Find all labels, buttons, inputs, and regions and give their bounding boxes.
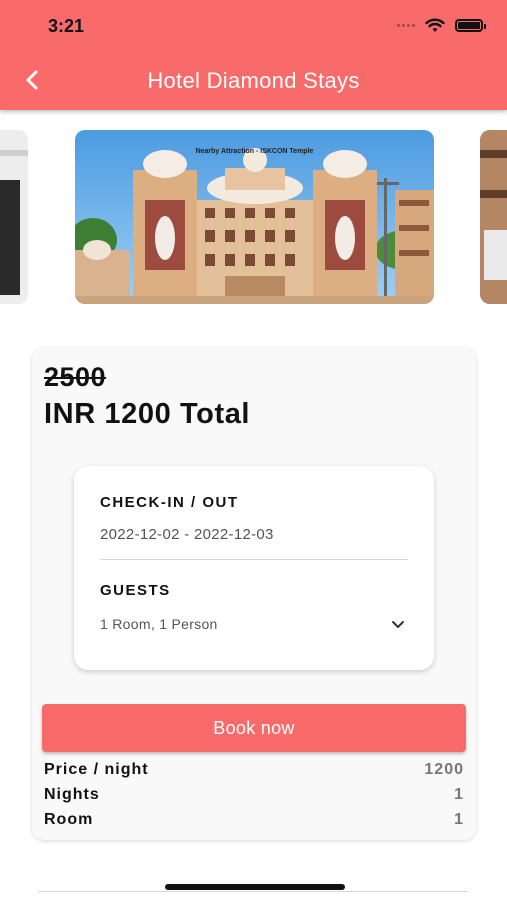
wifi-icon [425, 18, 445, 32]
carousel-photo-main[interactable]: Nearby Attraction - ISKCON Temple [75, 130, 434, 304]
photo-carousel[interactable]: Nearby Attraction - ISKCON Temple [0, 130, 507, 305]
carousel-photo-previous[interactable] [0, 130, 28, 304]
guests-label: GUESTS [100, 582, 171, 599]
photo-caption: Nearby Attraction - ISKCON Temple [195, 148, 314, 155]
status-icons [397, 18, 486, 33]
battery-icon [455, 19, 486, 32]
home-indicator[interactable] [165, 884, 345, 890]
page-title: Hotel Diamond Stays [147, 68, 360, 93]
total-price: INR 1200 Total [44, 398, 251, 430]
stay-details-card: CHECK-IN / OUT 2022-12-02 - 2022-12-03 G… [74, 466, 434, 670]
summary-row-room: Room 1 [44, 809, 464, 831]
summary-value: 1 [454, 811, 464, 828]
carousel-photo-next[interactable] [480, 130, 507, 304]
signal-dots-icon [397, 24, 415, 27]
status-time: 3:21 [48, 16, 85, 36]
summary-row-nights: Nights 1 [44, 784, 464, 806]
summary-label: Nights [44, 786, 100, 803]
checkin-label: CHECK-IN / OUT [100, 494, 239, 511]
guests-value[interactable]: 1 Room, 1 Person [100, 616, 218, 632]
app-header: 3:21 Hotel Diamond Stays [0, 0, 507, 110]
booking-card: 2500 INR 1200 Total CHECK-IN / OUT 2022-… [32, 348, 476, 840]
checkin-dates[interactable]: 2022-12-02 - 2022-12-03 [100, 526, 274, 543]
summary-value: 1 [454, 786, 464, 803]
summary-row-price: Price / night 1200 [44, 759, 464, 781]
original-price: 2500 [44, 362, 107, 392]
summary-label: Price / night [44, 761, 149, 778]
summary-label: Room [44, 811, 94, 828]
chevron-down-icon[interactable] [390, 616, 406, 632]
bottom-divider [38, 891, 468, 892]
book-now-button[interactable]: Book now [42, 704, 466, 752]
divider [100, 559, 408, 560]
summary-value: 1200 [424, 761, 464, 778]
